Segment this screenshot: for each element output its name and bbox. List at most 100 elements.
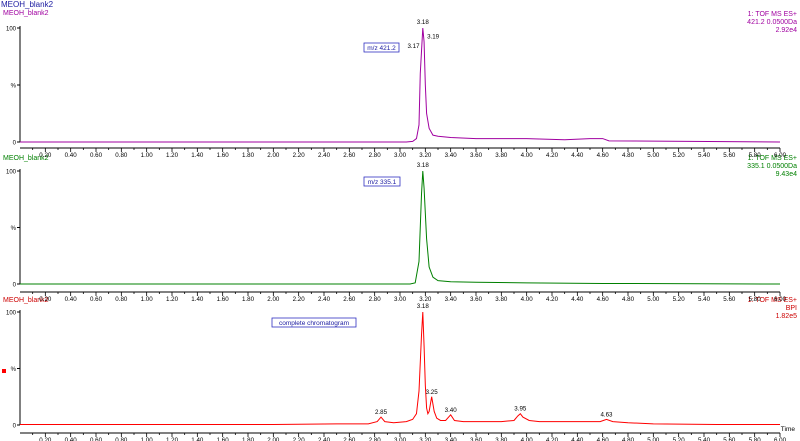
panel-1-x-tick-label: 6.00 (774, 152, 787, 159)
panel-2-x-tick-label: 1.60 (217, 296, 230, 303)
panel-3-x-tick-label: 2.40 (318, 437, 331, 441)
panel-2-x-tick-label: 0.60 (90, 296, 103, 303)
panel-3-x-tick-label: 1.60 (217, 437, 230, 441)
panel-2-x-tick-label: 5.60 (723, 296, 736, 303)
panel-1-x-tick-label: 5.80 (749, 152, 762, 159)
panel-2-x-tick-label: 2.60 (343, 296, 356, 303)
panel-1-annotation-label: m/z 421.2 (367, 45, 396, 52)
panel-3-trace (20, 311, 780, 425)
panel-3-peak-label: 2.85 (375, 409, 388, 416)
panel-1-x-tick-label: 4.80 (622, 152, 635, 159)
panel-1-x-tick-label: 3.80 (495, 152, 508, 159)
panel-2-x-tick-label: 2.00 (267, 296, 280, 303)
panel-3-x-tick-label: 0.60 (90, 437, 103, 441)
panel-2-x-tick-label: 1.20 (166, 296, 179, 303)
panel-2-x-tick-label: 5.20 (673, 296, 686, 303)
panel-3-x-tick-label: 4.60 (597, 437, 610, 441)
panel-2-x-tick-label: 5.00 (647, 296, 660, 303)
panel-2-x-tick-label: 3.80 (495, 296, 508, 303)
panel-2-x-tick-label: 3.20 (419, 296, 432, 303)
panel-2-x-tick-label: 0.40 (65, 296, 78, 303)
panel-2-x-tick-label: 4.60 (597, 296, 610, 303)
panel-1-x-tick-label: 1.40 (191, 152, 204, 159)
panel-1-x-tick-label: 2.60 (343, 152, 356, 159)
panel-2-x-tick-label: 1.40 (191, 296, 204, 303)
panel-3-peak-label: 3.95 (514, 406, 527, 413)
panel-1-x-tick-label: 2.20 (293, 152, 306, 159)
panel-3-x-tick-label: 1.80 (242, 437, 255, 441)
panel-1-y-tick-label: 0 (13, 141, 17, 147)
panel-3-x-tick-label: 4.40 (571, 437, 584, 441)
panel-1-x-tick-label: 0.20 (39, 152, 52, 159)
panel-3-y-tick-label: 100 (6, 311, 17, 317)
panel-1-x-tick-label: 4.20 (546, 152, 559, 159)
panel-3-x-tick-label: 0.20 (39, 437, 52, 441)
panel-1-x-tick-label: 1.00 (141, 152, 154, 159)
panel-1-x-tick-label: 3.20 (419, 152, 432, 159)
panel-2-trace (20, 170, 781, 285)
panel-3-x-tick-label: 1.20 (166, 437, 179, 441)
panel-2-x-tick-label: 5.40 (698, 296, 711, 303)
panel-2-x-tick-label: 4.20 (546, 296, 559, 303)
panel-3-x-tick-label: 5.20 (673, 437, 686, 441)
panel-3-peak-label: 3.18 (417, 303, 430, 310)
panel-1-x-tick-label: 2.80 (369, 152, 382, 159)
panel-1-x-tick-label: 0.40 (65, 152, 78, 159)
panel-2-x-tick-label: 0.20 (39, 296, 52, 303)
panel-1-x-tick-label: 4.40 (571, 152, 584, 159)
panel-3-x-tick-label: 5.40 (698, 437, 711, 441)
panel-2-x-tick-label: 3.40 (445, 296, 458, 303)
chromatogram-chart[interactable]: 100% 0 0.20 0.40 0.60 0.80 1.00 1.20 1.40 1.60 1.8… (0, 0, 800, 441)
panel-3-x-tick-label: 3.60 (470, 437, 483, 441)
panel-3-x-tick-label: 3.80 (495, 437, 508, 441)
panel-3-x-tick-label: 4.80 (622, 437, 635, 441)
panel-3-x-tick-label: 3.40 (445, 437, 458, 441)
panel-2-x-tick-label: 4.00 (521, 296, 534, 303)
panel-3-x-tick-label: 2.20 (293, 437, 306, 441)
panel-2-annotation-label: m/z 335.1 (368, 179, 397, 186)
panel-1-x-tick-label: 1.80 (242, 152, 255, 159)
panel-3-x-tick-label: 0.80 (115, 437, 128, 441)
panel-1-x-tick-label: 1.20 (166, 152, 179, 159)
panel-3-x-tick-label: 1.40 (191, 437, 204, 441)
panel-1-x-tick-label: 4.60 (597, 152, 610, 159)
panel-3-x-tick-label: 3.20 (419, 437, 432, 441)
panel-1-x-tick-label: 3.40 (445, 152, 458, 159)
panel-1-x-tick-label: 5.40 (698, 152, 711, 159)
panel-3-x-tick-label: 5.00 (647, 437, 660, 441)
panel-1-peak-label: 3.17 (407, 43, 420, 50)
panel-3-x-tick-label: 5.80 (749, 437, 762, 441)
panel-2-x-tick-label: 1.00 (141, 296, 154, 303)
panel-2-x-tick-label: 3.00 (394, 296, 407, 303)
panel-3-x-tick-label: 0.40 (65, 437, 78, 441)
panel-3-x-tick-label: 3.00 (394, 437, 407, 441)
panel-1-x-tick-label: 0.80 (115, 152, 128, 159)
panel-1-y-tick-label: % (11, 84, 17, 90)
panel-1-x-tick-label: 5.00 (647, 152, 660, 159)
panel-3-annotation-label: complete chromatogram (279, 320, 349, 327)
panel-1-peak-label: 3.19 (427, 34, 440, 41)
panel-1-y-tick-label: 100 (6, 27, 17, 33)
panel-1-peak-label: 3.18 (417, 19, 430, 26)
panel-2-x-tick-label: 2.80 (369, 296, 382, 303)
panel-2-x-tick-label: 0.80 (115, 296, 128, 303)
panel-2-x-tick-label: 1.80 (242, 296, 255, 303)
panel-1-x-tick-label: 5.60 (723, 152, 736, 159)
panel-2-peak-label: 3.18 (417, 162, 430, 169)
panel-3-peak-label: 4.63 (600, 411, 613, 418)
panel-3-y-tick-label: 0 (13, 424, 17, 430)
panel-2-y-tick-label: 100 (6, 170, 17, 176)
panel-1-x-tick-label: 3.00 (394, 152, 407, 159)
panel-2-x-tick-label: 2.40 (318, 296, 331, 303)
panel-3-peak-label: 3.25 (426, 389, 439, 396)
panel-3-y-tick-label: % (11, 367, 17, 373)
panel-1-x-tick-label: 2.00 (267, 152, 280, 159)
panel-2-x-tick-label: 6.00 (774, 296, 787, 303)
panel-1-x-tick-label: 5.20 (673, 152, 686, 159)
panel-3-x-tick-label: 4.00 (521, 437, 534, 441)
panel-2-x-tick-label: 4.80 (622, 296, 635, 303)
panel-1-x-tick-label: 0.60 (90, 152, 103, 159)
panel-2-x-tick-label: 3.60 (470, 296, 483, 303)
panel-2-x-tick-label: 5.80 (749, 296, 762, 303)
panel-3-x-tick-label: 5.60 (723, 437, 736, 441)
